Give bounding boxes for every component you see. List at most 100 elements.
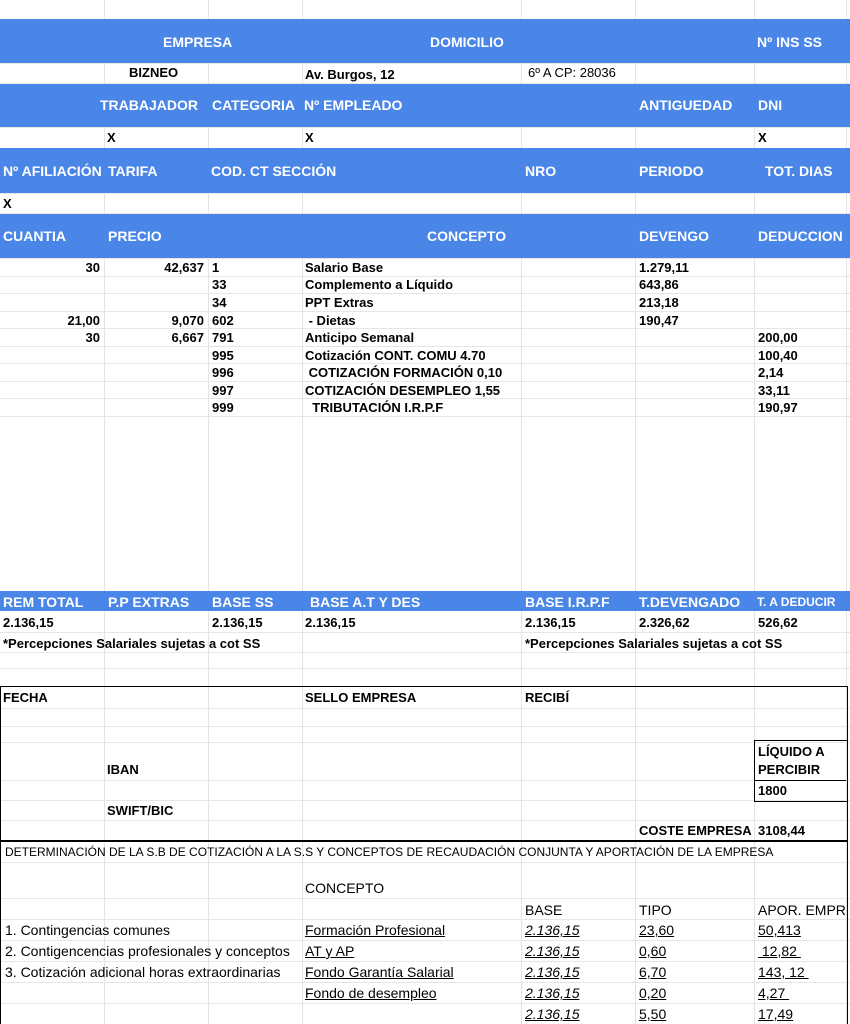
total-devengado: 2.326,62 (639, 615, 690, 630)
header-domicilio: DOMICILIO (430, 34, 504, 50)
line-code: 34 (212, 295, 227, 310)
det-concepto-header: CONCEPTO (305, 880, 385, 896)
total-base-ss: 2.136,15 (212, 615, 263, 630)
line-deduccion: 200,00 (758, 330, 798, 345)
payslip-sheet: EMPRESA DOMICILIO Nº INS SS BIZNEO Av. B… (0, 0, 850, 1024)
line-concepto: COTIZACIÓN DESEMPLEO 1,55 (305, 383, 501, 398)
line-concepto: Complemento a Líquido (305, 277, 454, 292)
header-concepto: CONCEPTO (427, 228, 507, 244)
total-rem: 2.136,15 (3, 615, 54, 630)
det-base: 2.136,15 (525, 1006, 580, 1022)
line-concepto: Cotización CONT. COMU 4.70 (305, 348, 486, 363)
det-base: 2.136,15 (525, 985, 580, 1001)
coste-empresa-label: COSTE EMPRESA (639, 824, 752, 837)
header-t-deducir: T. A DEDUCIR (757, 595, 836, 609)
line-devengo: 190,47 (639, 313, 679, 328)
grid-row-line (0, 381, 850, 382)
grid-row-line (0, 632, 850, 633)
det-left: 1. Contingencias comunes (5, 922, 170, 938)
header-pp-extras: P.P EXTRAS (108, 594, 190, 610)
grid-row-line (0, 63, 850, 64)
line-code: 602 (212, 313, 234, 328)
line-concepto: Salario Base (305, 260, 384, 275)
grid-row-line (0, 193, 850, 194)
total-deducir: 526,62 (758, 615, 798, 630)
line-concepto: PPT Extras (305, 295, 374, 310)
det-concepto: AT y AP (305, 943, 355, 959)
det-base: 2.136,15 (525, 964, 580, 980)
grid-row-line (0, 398, 850, 399)
line-cuantia: 21,00 (67, 313, 100, 328)
det-apor: 17,49 (758, 1006, 794, 1022)
swift-label: SWIFT/BIC (107, 803, 174, 818)
header-cuantia: CUANTIA (3, 228, 66, 244)
line-code: 999 (212, 400, 234, 415)
line-concepto: - Dietas (305, 313, 356, 328)
liquido-divider (754, 780, 846, 781)
line-code: 997 (212, 383, 234, 398)
header-tot-dias: TOT. DIAS (765, 163, 833, 179)
total-base-at: 2.136,15 (305, 615, 356, 630)
line-concepto: Anticipo Semanal (305, 330, 415, 345)
liquido-label-2: PERCIBIR (758, 762, 821, 777)
sello-label: SELLO EMPRESA (305, 690, 417, 705)
det-concepto: Formación Profesional (305, 922, 446, 938)
line-devengo: 213,18 (639, 295, 679, 310)
afiliacion-value: X (3, 196, 12, 211)
det-base: 2.136,15 (525, 922, 580, 938)
header-trabajador: TRABAJADOR (100, 97, 198, 113)
det-tipo: 0,60 (639, 943, 667, 959)
det-left: 2. Contigencencias profesionales y conce… (5, 943, 290, 959)
grid-row-line (0, 668, 850, 669)
det-base-header: BASE (525, 902, 563, 918)
line-deduccion: 100,40 (758, 348, 798, 363)
company-name: BIZNEO (129, 65, 179, 80)
det-apor: 4,27 (758, 985, 790, 1001)
grid-row-line (0, 346, 850, 347)
header-tarifa: TARIFA (108, 163, 158, 179)
det-apor: 50,413 (758, 922, 801, 938)
header-nro: NRO (525, 163, 557, 179)
header-categoria: CATEGORIA (212, 97, 295, 113)
empleado-value: X (305, 130, 314, 145)
header-afiliacion: Nº AFILIACIÓN (3, 163, 102, 179)
line-devengo: 1.279,11 (639, 260, 689, 275)
header-empleado: Nº EMPLEADO (304, 97, 403, 113)
header-t-devengado: T.DEVENGADO (639, 594, 741, 610)
company-address: Av. Burgos, 12 (305, 67, 395, 82)
header-empresa: EMPRESA (163, 34, 233, 50)
line-code: 33 (212, 277, 227, 292)
line-precio: 9,070 (171, 313, 204, 328)
line-code: 791 (212, 330, 234, 345)
header-ins-ss: Nº INS SS (757, 34, 823, 50)
det-apor-header: APOR. EMPRESA (758, 903, 846, 917)
line-code: 996 (212, 365, 234, 380)
recibi-label: RECIBÍ (525, 690, 570, 705)
line-code: 995 (212, 348, 234, 363)
note-left: *Percepciones Salariales sujetas a cot S… (3, 636, 261, 651)
header-devengo: DEVENGO (639, 228, 710, 244)
grid-row-line (0, 328, 850, 329)
line-devengo: 643,86 (639, 277, 679, 292)
header-base-ss: BASE SS (212, 594, 274, 610)
header-band (0, 19, 850, 63)
det-base: 2.136,15 (525, 943, 580, 959)
det-tipo: 0,20 (639, 985, 667, 1001)
trabajador-value: X (107, 130, 116, 145)
line-cuantia: 30 (85, 260, 100, 275)
iban-label: IBAN (107, 762, 139, 777)
header-periodo: PERIODO (639, 163, 704, 179)
det-apor: 143, 12 (758, 964, 809, 980)
grid-row-line (0, 293, 850, 294)
line-deduccion: 190,97 (758, 400, 798, 415)
header-dni: DNI (758, 97, 783, 113)
header-base-at: BASE A.T Y DES (310, 594, 421, 610)
liquido-value: 1800 (758, 783, 787, 798)
line-cuantia: 30 (85, 330, 100, 345)
determination-title: DETERMINACIÓN DE LA S.B DE COTIZACIÓN A … (5, 845, 774, 859)
total-base-irpf: 2.136,15 (525, 615, 576, 630)
header-rem-total: REM TOTAL (3, 594, 84, 610)
det-tipo: 23,60 (639, 922, 675, 938)
coste-empresa-value: 3108,44 (758, 823, 805, 838)
grid-row-line (0, 127, 850, 128)
